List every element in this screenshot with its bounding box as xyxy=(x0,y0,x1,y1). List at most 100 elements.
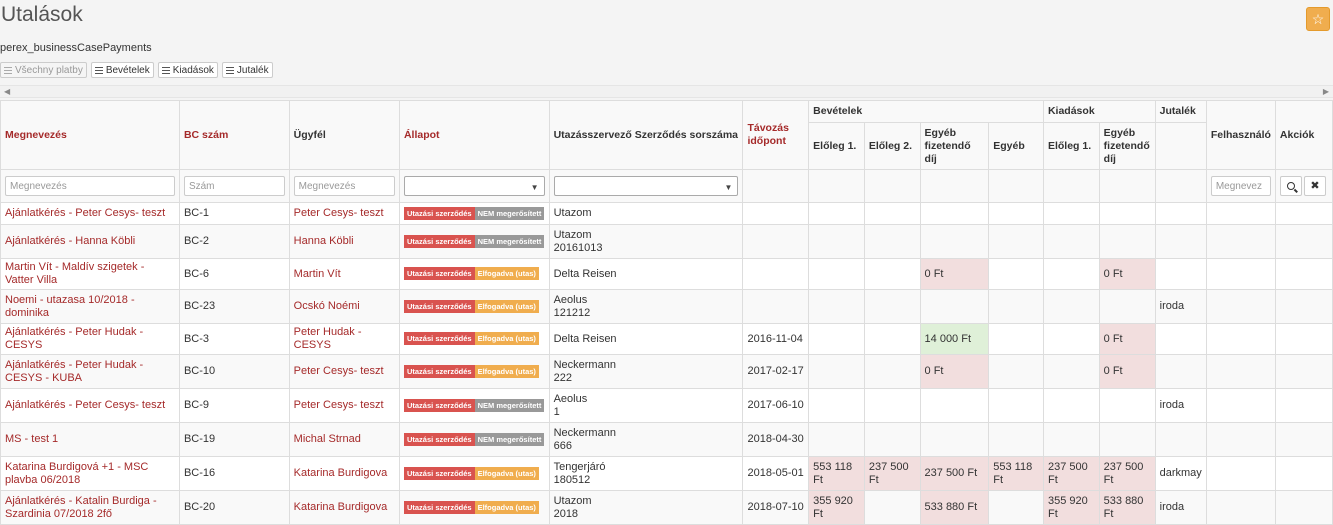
row-name-link[interactable]: MS - test 1 xyxy=(0,422,180,457)
col-header-departure[interactable]: Távozás időpont xyxy=(742,100,810,170)
row-income-advance-2 xyxy=(863,202,921,225)
row-contract: Tengerjáró 180512 xyxy=(548,456,744,491)
row-expense-advance-1: 237 500 Ft xyxy=(1042,456,1100,491)
row-income-advance-1 xyxy=(808,258,865,290)
scroll-left-icon[interactable]: ◀ xyxy=(4,87,10,96)
row-contract: Delta Reisen xyxy=(548,323,744,355)
row-departure xyxy=(742,258,810,290)
col-header-income-advance-1: Előleg 1. xyxy=(808,122,865,170)
row-expense-other-fee: 0 Ft xyxy=(1098,258,1156,290)
row-client-link[interactable]: Peter Hudak - CESYS xyxy=(288,323,400,355)
star-icon: ☆ xyxy=(1311,11,1325,27)
row-name-link[interactable]: Ajánlatkérés - Peter Hudak - CESYS xyxy=(0,323,180,355)
row-commission xyxy=(1154,224,1207,259)
row-client-link[interactable]: Ocskó Noémi xyxy=(288,289,400,324)
row-name-link[interactable]: Noemi - utazasa 10/2018 - dominika xyxy=(0,289,180,324)
row-status: Utazási szerződés Elfogadva (utas) xyxy=(398,490,550,525)
contract-badge: Utazási szerződés xyxy=(403,234,475,248)
row-user xyxy=(1205,456,1276,491)
row-name-link[interactable]: Ajánlatkérés - Peter Hudak - CESYS - KUB… xyxy=(0,354,180,389)
table-row[interactable]: Martin Vít - Maldív szigetek - Vatter Vi… xyxy=(0,258,1333,290)
row-client-link[interactable]: Peter Cesys- teszt xyxy=(288,354,400,389)
user-filter-input[interactable]: Megnevez xyxy=(1210,176,1271,196)
row-name-link[interactable]: Ajánlatkérés - Hanna Köbli xyxy=(0,224,180,259)
contract-operator: Utazom xyxy=(553,207,592,219)
payment-filter-group: Všechny platby Bevételek Kiadások Jutalé… xyxy=(0,62,273,78)
row-name-link[interactable]: Ajánlatkérés - Peter Cesys- teszt xyxy=(0,388,180,423)
row-commission: iroda xyxy=(1154,388,1207,423)
filter-cell-contract: ▼ xyxy=(548,169,744,203)
row-income-advance-1 xyxy=(808,323,865,355)
row-expense-other-fee: 0 Ft xyxy=(1098,354,1156,389)
row-income-other-fee xyxy=(919,202,990,225)
row-bc-number: BC-16 xyxy=(178,456,290,491)
table-row[interactable]: Ajánlatkérés - Peter Hudak - CESYS - KUB… xyxy=(0,354,1333,389)
row-commission xyxy=(1154,422,1207,457)
row-income-advance-1 xyxy=(808,388,865,423)
col-header-income-advance-2: Előleg 2. xyxy=(863,122,921,170)
row-contract: Utazom xyxy=(548,202,744,225)
contract-operator: Neckermann xyxy=(553,358,616,371)
client-filter-input[interactable]: Megnevezés xyxy=(293,176,395,196)
favorite-button[interactable]: ☆ xyxy=(1306,7,1330,31)
filter-label: Jutalék xyxy=(236,64,269,76)
row-departure: 2018-05-01 xyxy=(742,456,810,491)
contract-badge: Utazási szerződés xyxy=(403,299,475,313)
row-client-link[interactable]: Peter Cesys- teszt xyxy=(288,388,400,423)
row-name-link[interactable]: Martin Vít - Maldív szigetek - Vatter Vi… xyxy=(0,258,180,290)
status-badge: NEM megerősített xyxy=(474,398,545,412)
status-badge: NEM megerősített xyxy=(474,234,545,248)
row-name-link[interactable]: Katarina Burdigová +1 - MSC plavba 06/20… xyxy=(0,456,180,491)
state-filter-select[interactable]: ▼ xyxy=(403,176,545,196)
col-header-name[interactable]: Megnevezés xyxy=(0,100,180,170)
table-row[interactable]: Ajánlatkérés - Peter Hudak - CESYS BC-3 Pe… xyxy=(0,323,1333,355)
row-client-link[interactable]: Katarina Burdigova xyxy=(288,490,400,525)
filter-income-button[interactable]: Bevételek xyxy=(90,62,154,78)
col-header-bc-number[interactable]: BC szám xyxy=(178,100,290,170)
col-header-state[interactable]: Állapot xyxy=(398,100,550,170)
search-button[interactable] xyxy=(1279,176,1302,196)
row-client-link[interactable]: Peter Cesys- teszt xyxy=(288,202,400,225)
col-header-commission-empty xyxy=(1154,122,1207,170)
contract-operator: Aeolus xyxy=(553,392,588,405)
bc-filter-input[interactable]: Szám xyxy=(183,176,285,196)
row-client-link[interactable]: Katarina Burdigova xyxy=(288,456,400,491)
clear-filter-button[interactable]: ✖ xyxy=(1303,176,1326,196)
row-name-link[interactable]: Ajánlatkérés - Peter Cesys- teszt xyxy=(0,202,180,225)
filter-commission-button[interactable]: Jutalék xyxy=(221,62,273,78)
row-income-other xyxy=(988,354,1044,389)
row-client-link[interactable]: Hanna Köbli xyxy=(288,224,400,259)
filter-cell-empty xyxy=(1098,169,1156,203)
status-badge: Elfogadva (utas) xyxy=(474,332,539,346)
filter-cell-empty xyxy=(1154,169,1207,203)
row-departure: 2016-11-04 xyxy=(742,323,810,355)
payments-table: Megnevezés BC szám Ügyfél Állapot Utazás… xyxy=(0,100,1333,525)
contract-filter-select[interactable]: ▼ xyxy=(553,176,739,196)
row-client-link[interactable]: Michal Strnad xyxy=(288,422,400,457)
row-name-link[interactable]: Ajánlatkérés - Katalin Burdiga - Szardin… xyxy=(0,490,180,525)
row-client-link[interactable]: Martin Vít xyxy=(288,258,400,290)
contract-badge: Utazási szerződés xyxy=(403,466,475,480)
col-group-commission: Jutalék xyxy=(1154,100,1207,123)
row-actions xyxy=(1274,354,1333,389)
table-row[interactable]: Ajánlatkérés - Hanna Köbli BC-2 Hanna Köbl… xyxy=(0,224,1333,259)
horizontal-scrollbar[interactable]: ◀ ▶ xyxy=(0,85,1333,98)
table-row[interactable]: Ajánlatkérés - Peter Cesys- teszt BC-1 Pet… xyxy=(0,202,1333,225)
row-expense-other-fee xyxy=(1098,388,1156,423)
row-commission xyxy=(1154,354,1207,389)
name-filter-input[interactable]: Megnevezés xyxy=(5,176,175,196)
filter-expense-button[interactable]: Kiadások xyxy=(157,62,218,78)
table-row[interactable]: MS - test 1 BC-19 Michal Strnad Utazási sze… xyxy=(0,422,1333,457)
row-income-advance-2 xyxy=(863,490,921,525)
table-row[interactable]: Ajánlatkérés - Peter Cesys- teszt BC-9 Pet… xyxy=(0,388,1333,423)
row-expense-advance-1 xyxy=(1042,422,1100,457)
scroll-right-icon[interactable]: ▶ xyxy=(1323,87,1329,96)
filter-all-payments-button[interactable]: Všechny platby xyxy=(0,62,87,78)
table-row[interactable]: Ajánlatkérés - Katalin Burdiga - Szardin… xyxy=(0,490,1333,525)
row-status: Utazási szerződés Elfogadva (utas) xyxy=(398,258,550,290)
table-row[interactable]: Katarina Burdigová +1 - MSC plavba 06/20… xyxy=(0,456,1333,491)
row-bc-number: BC-9 xyxy=(178,388,290,423)
filter-cell-empty xyxy=(808,169,865,203)
contract-badge: Utazási szerződés xyxy=(403,398,475,412)
table-row[interactable]: Noemi - utazasa 10/2018 - dominika BC-23 O… xyxy=(0,289,1333,324)
